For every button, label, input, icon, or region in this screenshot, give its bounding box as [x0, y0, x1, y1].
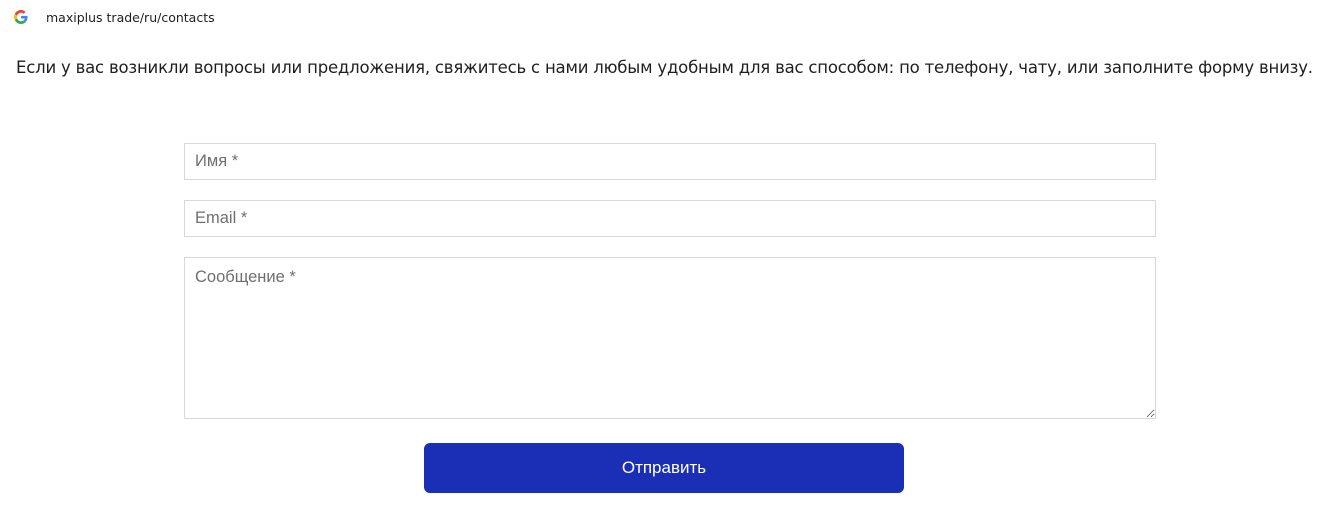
google-g-icon: [14, 10, 28, 24]
address-bar: maxiplus trade/ru/contacts: [0, 0, 1321, 36]
submit-button[interactable]: Отправить: [424, 443, 904, 493]
email-field[interactable]: [184, 200, 1156, 237]
url-text[interactable]: maxiplus trade/ru/contacts: [46, 10, 215, 25]
intro-text: Если у вас возникли вопросы или предложе…: [16, 58, 1313, 77]
name-field[interactable]: [184, 143, 1156, 180]
message-field[interactable]: [184, 257, 1156, 419]
